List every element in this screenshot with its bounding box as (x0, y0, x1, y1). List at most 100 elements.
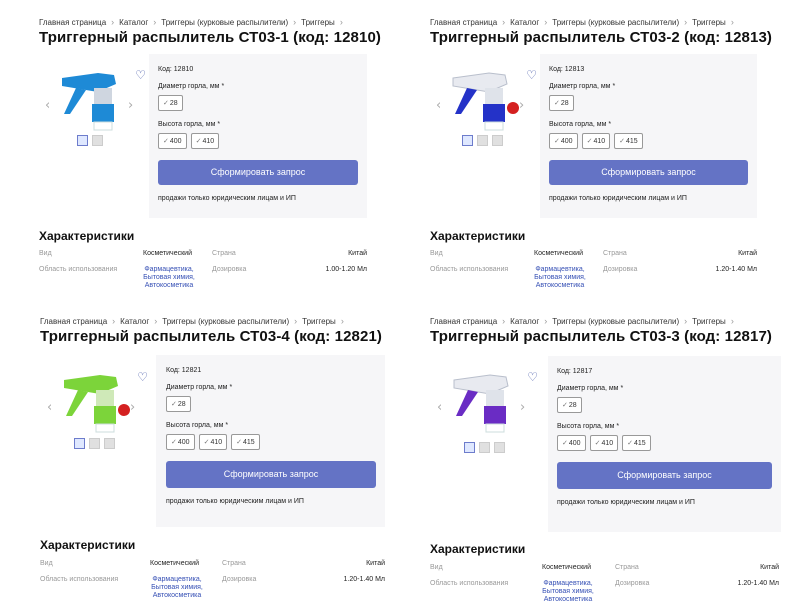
breadcrumb-catalog[interactable]: Каталог (120, 317, 149, 326)
breadcrumb-catalog[interactable]: Каталог (510, 18, 539, 27)
thumbnail[interactable] (494, 442, 505, 453)
characteristics-heading: Характеристики (430, 229, 526, 243)
breadcrumb-home[interactable]: Главная страница (430, 18, 497, 27)
favorite-heart-icon[interactable]: ♡ (135, 68, 146, 82)
breadcrumb-triggers-category[interactable]: Триггеры (курковые распылители) (161, 18, 288, 27)
chevron-right-icon: › (544, 316, 548, 326)
height-option[interactable]: ✓410 (198, 434, 228, 450)
thumbnail[interactable] (92, 135, 103, 146)
usage-link[interactable]: Фармацевтика, (146, 576, 208, 584)
diameter-option[interactable]: ✓28 (557, 397, 582, 413)
type-label: Вид (430, 250, 443, 257)
thumbnail[interactable] (89, 438, 100, 449)
check-icon: ✓ (163, 100, 169, 107)
chevron-right-icon: › (293, 17, 297, 27)
favorite-heart-icon[interactable]: ♡ (526, 68, 537, 82)
height-option[interactable]: ✓400 (549, 133, 578, 149)
dosage-value: 1.20-1.40 Мл (737, 580, 779, 587)
usage-link[interactable]: Автокосметика (529, 282, 591, 290)
breadcrumb-triggers[interactable]: Триггеры (692, 317, 726, 326)
thumbnail[interactable] (104, 438, 115, 449)
country-label: Страна (212, 250, 236, 257)
check-icon: ✓ (163, 138, 169, 145)
neck-diameter-label: Диаметр горла, мм * (557, 385, 624, 392)
characteristics-heading: Характеристики (39, 229, 135, 243)
usage-link[interactable]: Бытовая химия, (537, 588, 599, 596)
height-option[interactable]: ✓410 (190, 133, 220, 149)
height-option[interactable]: ✓400 (158, 133, 187, 149)
thumbnail[interactable] (492, 135, 503, 146)
height-option[interactable]: ✓415 (622, 435, 651, 451)
chevron-right-icon: › (684, 17, 688, 27)
neck-height-label: Высота горла, мм * (166, 422, 229, 429)
next-arrow-icon[interactable]: › (128, 98, 133, 113)
usage-link[interactable]: Фармацевтика, (537, 580, 599, 588)
height-option[interactable]: ✓415 (231, 434, 260, 450)
usage-area-value: Фармацевтика, Бытовая химия, Автокосмети… (537, 580, 599, 604)
product-image (452, 72, 519, 131)
request-button[interactable]: Сформировать запрос (166, 461, 376, 488)
chevron-right-icon: › (154, 316, 158, 326)
thumbnail[interactable] (477, 135, 488, 146)
breadcrumb-home[interactable]: Главная страница (40, 317, 107, 326)
next-arrow-icon[interactable]: › (520, 400, 525, 415)
next-arrow-icon[interactable]: › (519, 98, 524, 113)
thumbnail[interactable] (77, 135, 88, 146)
usage-link[interactable]: Фармацевтика, (529, 266, 591, 274)
breadcrumb-home[interactable]: Главная страница (39, 18, 106, 27)
breadcrumb-catalog[interactable]: Каталог (510, 317, 539, 326)
prev-arrow-icon[interactable]: ‹ (437, 400, 442, 415)
request-button[interactable]: Сформировать запрос (557, 462, 772, 489)
thumbnail-strip (77, 135, 103, 146)
prev-arrow-icon[interactable]: ‹ (47, 400, 52, 415)
breadcrumb-triggers-category[interactable]: Триггеры (курковые распылители) (552, 317, 679, 326)
order-panel: Код: 12810 Диаметр горла, мм * ✓28 Высот… (149, 54, 367, 218)
thumbnail[interactable] (462, 135, 473, 146)
thumbnail[interactable] (74, 438, 85, 449)
product-gallery: ‹ › ♡ (40, 62, 150, 162)
usage-link[interactable]: Бытовая химия, (138, 274, 200, 282)
favorite-heart-icon[interactable]: ♡ (137, 370, 148, 384)
usage-link[interactable]: Автокосметика (138, 282, 200, 290)
diameter-option[interactable]: ✓28 (549, 95, 574, 111)
page-title: Триггерный распылитель СТ03-3 (код: 1281… (430, 328, 772, 345)
check-icon: ✓ (627, 440, 633, 447)
product-card: Главная страница › Каталог › Триггеры (курко… (430, 16, 800, 46)
order-panel: Код: 12817 Диаметр горла, мм * ✓28 Высот… (548, 356, 781, 532)
breadcrumb-catalog[interactable]: Каталог (119, 18, 148, 27)
usage-link[interactable]: Фармацевтика, (138, 266, 200, 274)
thumbnail-strip (462, 135, 503, 146)
height-option[interactable]: ✓410 (581, 133, 611, 149)
diameter-option[interactable]: ✓28 (166, 396, 191, 412)
next-arrow-icon[interactable]: › (130, 400, 135, 415)
diameter-option[interactable]: ✓28 (158, 95, 183, 111)
usage-link[interactable]: Автокосметика (146, 592, 208, 600)
height-option[interactable]: ✓410 (589, 435, 619, 451)
prev-arrow-icon[interactable]: ‹ (436, 98, 441, 113)
product-gallery: ‹ › ♡ (42, 364, 152, 464)
height-option[interactable]: ✓415 (614, 133, 643, 149)
breadcrumb-triggers[interactable]: Триггеры (302, 317, 336, 326)
usage-link[interactable]: Бытовая химия, (146, 584, 208, 592)
usage-area-value: Фармацевтика, Бытовая химия, Автокосмети… (138, 266, 200, 290)
request-button[interactable]: Сформировать запрос (549, 160, 748, 185)
breadcrumb-home[interactable]: Главная страница (430, 317, 497, 326)
page-title: Триггерный распылитель СТ03-2 (код: 1281… (430, 29, 772, 46)
dosage-label: Дозировка (603, 266, 638, 273)
breadcrumb-triggers[interactable]: Триггеры (301, 18, 335, 27)
thumbnail[interactable] (479, 442, 490, 453)
height-option[interactable]: ✓400 (557, 435, 586, 451)
favorite-heart-icon[interactable]: ♡ (527, 370, 538, 384)
height-options: ✓400 ✓410 ✓415 (549, 133, 748, 149)
usage-link[interactable]: Бытовая химия, (529, 274, 591, 282)
breadcrumb: Главная страница › Каталог › Триггеры (курко… (39, 16, 419, 28)
height-option[interactable]: ✓400 (166, 434, 195, 450)
prev-arrow-icon[interactable]: ‹ (45, 98, 50, 113)
check-icon: ✓ (554, 100, 560, 107)
breadcrumb-triggers-category[interactable]: Триггеры (курковые распылители) (552, 18, 679, 27)
request-button[interactable]: Сформировать запрос (158, 160, 358, 185)
breadcrumb-triggers[interactable]: Триггеры (692, 18, 726, 27)
thumbnail[interactable] (464, 442, 475, 453)
usage-link[interactable]: Автокосметика (537, 596, 599, 604)
breadcrumb-triggers-category[interactable]: Триггеры (курковые распылители) (162, 317, 289, 326)
